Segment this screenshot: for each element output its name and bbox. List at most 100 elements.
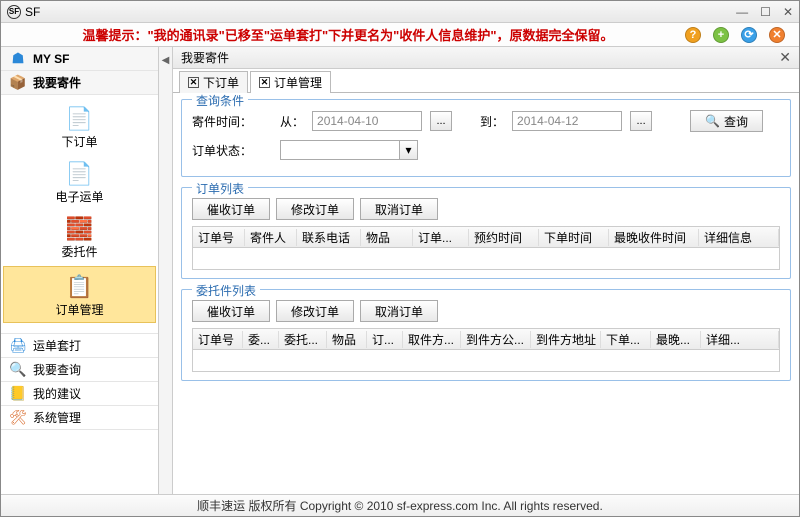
from-date-input[interactable] [312,111,422,131]
sidebar-label: MY SF [33,52,69,66]
refresh-icon[interactable]: ⟳ [741,27,757,43]
entrust-group: 委托件列表 催收订单 修改订单 取消订单 订单号 委... 委托... 物品 订… [181,289,791,381]
orders-group: 订单列表 催收订单 修改订单 取消订单 订单号 寄件人 联系电话 物品 订单..… [181,187,791,279]
maximize-button[interactable]: ☐ [760,5,771,19]
sidebar-item-query[interactable]: 🔍 我要查询 [1,358,158,382]
tip-bar: 温馨提示："我的通讯录"已移至"运单套打"下并更名为"收件人信息维护"，原数据完… [1,23,799,47]
tab-close-icon[interactable]: ✕ [259,77,270,88]
footer-text: 顺丰速运 版权所有 Copyright © 2010 sf-express.co… [197,497,603,514]
sf-logo-icon: SF [7,5,21,19]
col-header[interactable]: 委托... [279,331,327,348]
col-header[interactable]: 联系电话 [297,229,361,246]
search-icon: 🔍 [9,362,27,378]
gear-icon: 🛠 [9,410,27,426]
tab-close-icon[interactable]: ✕ [188,77,199,88]
window-title: SF [25,5,736,19]
sidebar-item-batchprint[interactable]: 🖨 运单套打 [1,334,158,358]
cancel-entrust-button[interactable]: 取消订单 [360,300,438,322]
sidebar-subtree: 📄 下订单 📄 电子运单 🧱 委托件 📋 订单管理 [1,95,158,334]
query-group: 查询条件 寄件时间： 从： ... 到： ... 🔍 查询 [181,99,791,177]
sidebar-collapse-handle[interactable]: ◀ [159,47,173,494]
group-legend: 委托件列表 [192,282,260,299]
app-window: SF SF — ☐ ✕ 温馨提示："我的通讯录"已移至"运单套打"下并更名为"收… [0,0,800,517]
sidebar-sub-ewaybill[interactable]: 📄 电子运单 [1,154,158,209]
sidebar-item-mysf[interactable]: ☗ MY SF [1,47,158,71]
label-order-status: 订单状态： [192,142,252,159]
col-header[interactable]: 物品 [361,229,413,246]
exit-icon[interactable]: ✕ [769,27,785,43]
label-ship-time: 寄件时间： [192,113,252,130]
add-icon[interactable]: + [713,27,729,43]
col-header[interactable]: 订单... [413,229,469,246]
col-header[interactable]: 取件方... [403,331,461,348]
col-header[interactable]: 订单号 [193,331,243,348]
box-icon: 📦 [9,75,27,91]
help-icon[interactable]: ? [685,27,701,43]
sidebar-item-sysmanage[interactable]: 🛠 系统管理 [1,406,158,430]
new-doc-icon: 📄 [66,105,94,133]
search-button[interactable]: 🔍 查询 [690,110,763,132]
col-header[interactable]: 寄件人 [245,229,297,246]
col-header[interactable]: 到件方地址 [531,331,601,348]
tab-place-order[interactable]: ✕ 下订单 [179,71,248,93]
sidebar-item-send[interactable]: 📦 我要寄件 [1,71,158,95]
sidebar-label: 我的建议 [33,385,81,402]
label-to: 到： [480,113,504,130]
sidebar: ☗ MY SF 📦 我要寄件 📄 下订单 📄 电子运单 🧱 委托件 [1,47,159,494]
home-icon: ☗ [9,51,27,67]
col-header[interactable]: 最晚收件时间 [609,229,699,246]
sidebar-sub-entrust[interactable]: 🧱 委托件 [1,209,158,264]
col-header[interactable]: 详细信息 [699,229,779,246]
col-header[interactable]: 订单号 [193,229,245,246]
col-header[interactable]: 下单时间 [539,229,609,246]
col-header[interactable]: 到件方公... [461,331,531,348]
sidebar-label: 运单套打 [33,337,81,354]
col-header[interactable]: 最晚... [651,331,701,348]
tab-order-manage[interactable]: ✕ 订单管理 [250,71,331,93]
minimize-button[interactable]: — [736,5,748,19]
col-header[interactable]: 物品 [327,331,367,348]
to-date-picker-button[interactable]: ... [630,111,652,131]
main-close-icon[interactable]: ✕ [779,49,791,66]
to-date-input[interactable] [512,111,622,131]
subitem-label: 委托件 [61,243,97,260]
col-header[interactable]: 订... [367,331,403,348]
subitem-label: 下订单 [61,133,97,150]
main-header: 我要寄件 ✕ [173,47,799,69]
from-date-picker-button[interactable]: ... [430,111,452,131]
urge-entrust-button[interactable]: 催收订单 [192,300,270,322]
modify-order-button[interactable]: 修改订单 [276,198,354,220]
footer: 顺丰速运 版权所有 Copyright © 2010 sf-express.co… [1,494,799,516]
cancel-order-button[interactable]: 取消订单 [360,198,438,220]
entrust-icon: 🧱 [66,215,94,243]
urge-order-button[interactable]: 催收订单 [192,198,270,220]
col-header[interactable]: 下单... [601,331,651,348]
sidebar-label: 系统管理 [33,409,81,426]
order-status-select[interactable] [280,140,400,160]
suggestion-icon: 📒 [9,386,27,402]
subitem-label: 电子运单 [55,188,103,205]
sidebar-sub-place-order[interactable]: 📄 下订单 [1,99,158,154]
col-header[interactable]: 委... [243,331,279,348]
group-legend: 订单列表 [192,180,248,197]
order-manage-icon: 📋 [66,273,94,301]
sidebar-item-suggestion[interactable]: 📒 我的建议 [1,382,158,406]
col-header[interactable]: 详细... [701,331,779,348]
search-icon: 🔍 [705,114,720,128]
chevron-down-icon[interactable]: ▾ [400,140,418,160]
tab-bar: ✕ 下订单 ✕ 订单管理 [173,69,799,93]
search-button-label: 查询 [724,113,748,130]
entrust-table-header: 订单号 委... 委托... 物品 订... 取件方... 到件方公... 到件… [192,328,780,350]
sidebar-label: 我要查询 [33,361,81,378]
close-button[interactable]: ✕ [783,5,793,19]
tab-label: 下订单 [203,74,239,91]
sidebar-sub-order-manage[interactable]: 📋 订单管理 [3,266,156,323]
main-panel: 我要寄件 ✕ ✕ 下订单 ✕ 订单管理 查询条件 寄件时间： 从 [173,47,799,494]
subitem-label: 订单管理 [55,301,103,318]
col-header[interactable]: 预约时间 [469,229,539,246]
orders-table-header: 订单号 寄件人 联系电话 物品 订单... 预约时间 下单时间 最晚收件时间 详… [192,226,780,248]
orders-table-body [192,248,780,270]
ewaybill-icon: 📄 [66,160,94,188]
modify-entrust-button[interactable]: 修改订单 [276,300,354,322]
entrust-table-body [192,350,780,372]
